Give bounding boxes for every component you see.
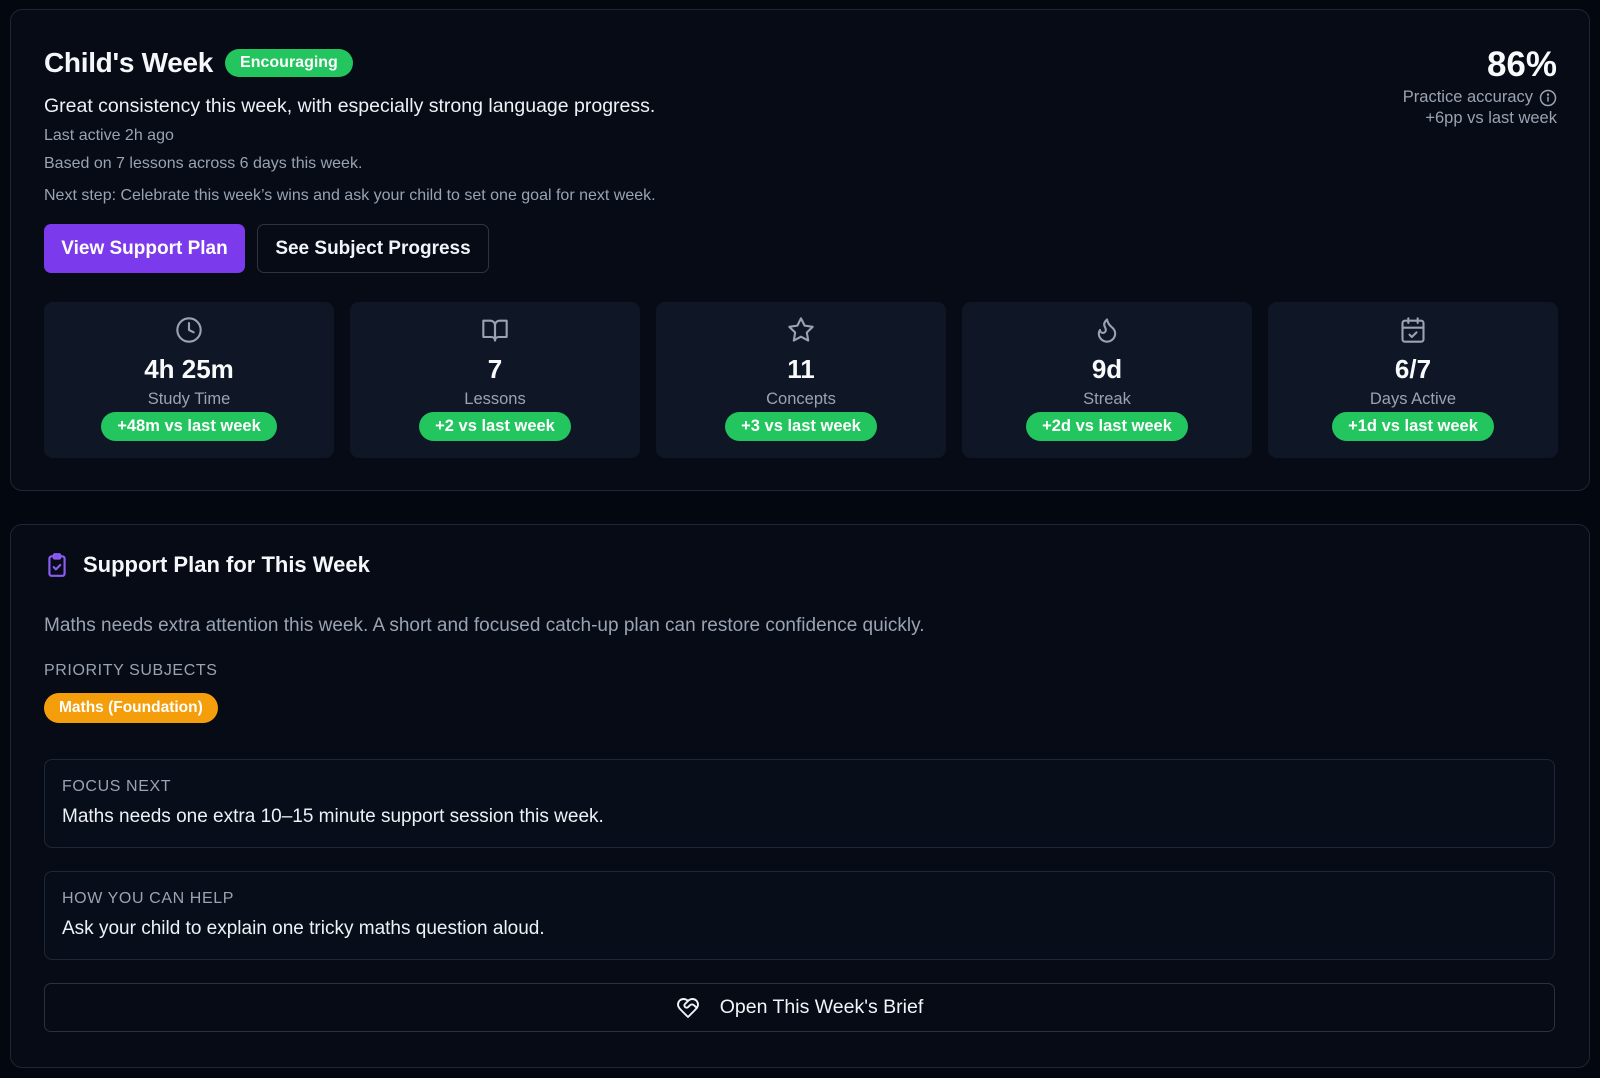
view-support-plan-button[interactable]: View Support Plan (44, 224, 245, 273)
flame-icon (1097, 318, 1117, 343)
focus-next-box: FOCUS NEXT Maths needs one extra 10–15 m… (44, 759, 1555, 848)
weekly-summary-card: Child's Week Encouraging Great consisten… (10, 9, 1590, 491)
info-icon[interactable] (1539, 89, 1557, 107)
stat-label: Streak (1083, 390, 1131, 408)
stat-label: Concepts (766, 390, 836, 408)
stats-row: 4h 25m Study Time +48m vs last week 7 Le… (44, 302, 1558, 458)
stat-delta-badge: +3 vs last week (725, 412, 877, 441)
open-weekly-brief-button[interactable]: Open This Week's Brief (44, 983, 1555, 1032)
stat-study-time: 4h 25m Study Time +48m vs last week (44, 302, 334, 458)
priority-subjects-label: PRIORITY SUBJECTS (44, 662, 218, 679)
stat-concepts: 11 Concepts +3 vs last week (656, 302, 946, 458)
stat-lessons: 7 Lessons +2 vs last week (350, 302, 640, 458)
book-open-icon (482, 319, 508, 342)
how-you-can-help-box: HOW YOU CAN HELP Ask your child to expla… (44, 871, 1555, 960)
star-icon (788, 317, 814, 342)
stat-value: 6/7 (1394, 354, 1432, 384)
open-weekly-brief-label: Open This Week's Brief (719, 996, 924, 1018)
how-you-can-help-text: Ask your child to explain one tricky mat… (62, 918, 545, 939)
priority-subject-chip: Maths (Foundation) (44, 693, 218, 723)
support-plan-header: Support Plan for This Week (44, 551, 370, 579)
next-step-text: Next step: Celebrate this week’s wins an… (44, 187, 656, 204)
focus-next-text: Maths needs one extra 10–15 minute suppo… (62, 806, 604, 827)
stat-delta-badge: +2d vs last week (1026, 412, 1188, 441)
calendar-check-icon (1401, 317, 1425, 343)
stat-delta-badge: +2 vs last week (419, 412, 571, 441)
stat-value: 7 (487, 354, 503, 384)
stat-value: 11 (787, 354, 815, 384)
clock-icon (176, 317, 202, 343)
stat-streak: 9d Streak +2d vs last week (962, 302, 1252, 458)
practice-accuracy: 86% Practice accuracy +6pp vs last week (1403, 47, 1557, 128)
stat-label: Lessons (464, 390, 526, 408)
stat-delta-badge: +48m vs last week (101, 412, 277, 441)
page-title: Child's Week (44, 47, 214, 78)
clipboard-check-icon (48, 553, 66, 577)
stat-value: 4h 25m (144, 354, 234, 384)
accuracy-label: Practice accuracy (1402, 88, 1533, 106)
stat-label: Days Active (1369, 390, 1457, 408)
support-plan-description: Maths needs extra attention this week. A… (44, 615, 925, 636)
support-plan-title: Support Plan for This Week (83, 552, 370, 577)
heart-handshake-icon (676, 997, 699, 1018)
accuracy-delta: +6pp vs last week (1425, 109, 1557, 127)
accuracy-label-row: Practice accuracy (1403, 88, 1557, 107)
focus-next-label: FOCUS NEXT (62, 778, 172, 795)
based-on-text: Based on 7 lessons across 6 days this we… (44, 155, 363, 172)
stat-value: 9d (1091, 354, 1123, 384)
stat-days-active: 6/7 Days Active +1d vs last week (1268, 302, 1558, 458)
week-summary: Great consistency this week, with especi… (44, 95, 656, 117)
accuracy-value: 86% (1486, 45, 1557, 84)
tone-badge: Encouraging (225, 49, 353, 77)
support-plan-card: Support Plan for This Week Maths needs e… (10, 524, 1590, 1068)
title-row: Child's Week Encouraging (44, 47, 353, 79)
last-active-text: Last active 2h ago (44, 127, 174, 144)
stat-label: Study Time (147, 390, 231, 408)
stat-delta-badge: +1d vs last week (1332, 412, 1494, 441)
see-subject-progress-button[interactable]: See Subject Progress (257, 224, 489, 273)
how-you-can-help-label: HOW YOU CAN HELP (62, 890, 234, 907)
